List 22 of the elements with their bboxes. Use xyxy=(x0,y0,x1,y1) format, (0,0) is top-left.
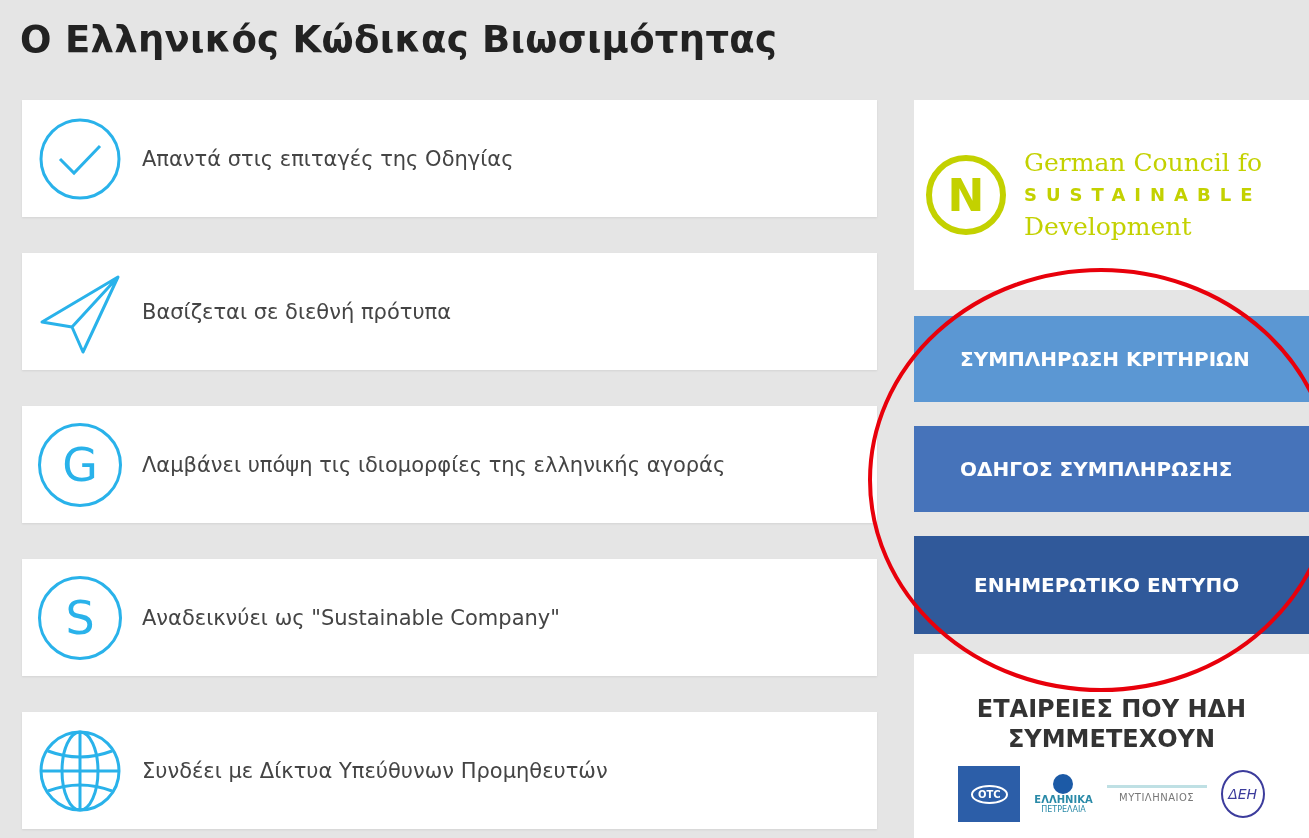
feature-text: Συνδέει με Δίκτυα Υπεύθυνων Προμηθευτών xyxy=(142,758,608,783)
company-logo: OTC xyxy=(958,766,1021,822)
feature-text: Αναδεικνύει ως "Sustainable Company" xyxy=(142,605,560,630)
logo-text: German Council fo xyxy=(1024,147,1262,179)
check-icon xyxy=(38,116,122,201)
company-logo: ΜΥΤΙΛΗΝΑΙΟΣ xyxy=(1106,785,1207,803)
letter-icon: S xyxy=(38,575,122,660)
company-logo: ΕΛΛΗΝΙΚΑ ΠΕΤΡΕΛΑΙΑ xyxy=(1034,774,1093,814)
n-logo-icon: N xyxy=(926,155,1006,235)
logo-text: SUSTAINABLE xyxy=(1024,183,1262,207)
company-logo: ΔΕΗ xyxy=(1220,770,1265,818)
logo-text: Development xyxy=(1024,211,1193,243)
companies-heading: ΕΤΑΙΡΕΙΕΣ ΠΟΥ ΗΔΗ ΣΥΜΜΕΤΕΧΟΥΝ xyxy=(975,694,1248,754)
feature-text: Απαντά στις επιταγές της Οδηγίας xyxy=(142,146,514,171)
link-button[interactable]: ΟΔΗΓΟΣ ΣΥΜΠΛΗΡΩΣΗΣ xyxy=(914,426,1309,512)
page-title: Ο Ελληνικός Κώδικας Βιωσιμότητας xyxy=(19,17,779,63)
letter-icon: G xyxy=(38,422,122,507)
link-button[interactable]: ΣΥΜΠΛΗΡΩΣΗ ΚΡΙΤΗΡΙΩΝ xyxy=(914,316,1309,402)
feature-text: Βασίζεται σε διεθνή πρότυπα xyxy=(142,299,451,324)
globe-icon xyxy=(38,728,122,813)
feature-text: Λαμβάνει υπόψη τις ιδιομορφίες της ελληνικής αγοράς xyxy=(142,452,726,477)
link-button[interactable]: ΕΝΗΜΕΡΩΤΙΚΟ ΕΝΤΥΠΟ xyxy=(914,536,1309,634)
